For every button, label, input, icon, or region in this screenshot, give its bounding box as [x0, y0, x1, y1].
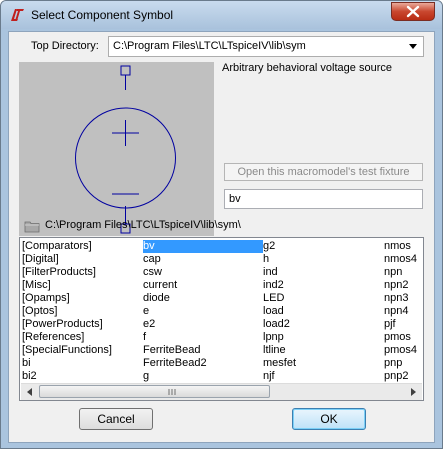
list-item[interactable]: [Comparators] [22, 240, 112, 253]
list-item[interactable]: diode [143, 292, 263, 305]
chevron-down-icon[interactable] [409, 44, 417, 49]
list-column-3: g2 h ind ind2 LED load load2 lpnp ltline… [263, 240, 296, 383]
ok-button[interactable]: OK [292, 408, 366, 430]
list-item[interactable]: [PowerProducts] [22, 318, 112, 331]
list-item[interactable]: current [143, 279, 263, 292]
symbol-name-value: bv [229, 193, 241, 205]
scroll-left-icon[interactable] [22, 384, 38, 400]
list-item[interactable]: npn2 [384, 279, 417, 292]
list-column-1: [Comparators] [Digital] [FilterProducts]… [22, 240, 112, 383]
list-item[interactable]: bi [22, 357, 112, 370]
list-item[interactable]: f [143, 331, 263, 344]
symbol-description: Arbitrary behavioral voltage source [222, 62, 392, 74]
ltspice-logo-icon [11, 9, 24, 21]
list-item[interactable]: [Optos] [22, 305, 112, 318]
list-item[interactable]: npn3 [384, 292, 417, 305]
title-bar[interactable]: Select Component Symbol [1, 1, 442, 29]
cancel-button[interactable]: Cancel [79, 408, 153, 430]
folder-icon [24, 221, 40, 233]
list-item-selected[interactable]: bv [143, 240, 263, 253]
symbol-name-field[interactable]: bv [224, 189, 423, 209]
list-item[interactable]: lpnp [263, 331, 296, 344]
top-directory-dropdown[interactable]: C:\Program Files\LTC\LTspiceIV\lib\sym [108, 36, 424, 57]
symbol-preview [19, 62, 214, 236]
close-button[interactable] [391, 2, 435, 21]
list-item[interactable]: csw [143, 266, 263, 279]
list-item[interactable]: nmos4 [384, 253, 417, 266]
list-item[interactable]: pnp [384, 357, 417, 370]
dialog-window: Select Component Symbol Top Directory: C… [0, 0, 443, 449]
list-item[interactable]: cap [143, 253, 263, 266]
list-item[interactable]: pmos [384, 331, 417, 344]
list-column-4: nmos nmos4 npn npn2 npn3 npn4 pjf pmos p… [384, 240, 417, 383]
top-directory-value: C:\Program Files\LTC\LTspiceIV\lib\sym [113, 40, 306, 52]
list-item[interactable]: [FilterProducts] [22, 266, 112, 279]
list-item[interactable]: ind [263, 266, 296, 279]
top-directory-label: Top Directory: [31, 40, 99, 52]
list-column-2: bv cap csw current diode e e2 f FerriteB… [143, 240, 263, 383]
list-item[interactable]: ltline [263, 344, 296, 357]
list-item[interactable]: e [143, 305, 263, 318]
list-item[interactable]: load [263, 305, 296, 318]
list-item[interactable]: pjf [384, 318, 417, 331]
list-item[interactable]: bi2 [22, 370, 112, 383]
list-item[interactable]: g2 [263, 240, 296, 253]
list-item[interactable]: nmos [384, 240, 417, 253]
list-item[interactable]: LED [263, 292, 296, 305]
list-item[interactable]: njf [263, 370, 296, 383]
list-item[interactable]: [Digital] [22, 253, 112, 266]
list-item[interactable]: e2 [143, 318, 263, 331]
list-item[interactable]: pnp2 [384, 370, 417, 383]
list-item[interactable]: [References] [22, 331, 112, 344]
list-item[interactable]: ind2 [263, 279, 296, 292]
close-icon [406, 5, 420, 18]
list-item[interactable]: [Misc] [22, 279, 112, 292]
scrollbar-thumb[interactable] [39, 385, 270, 398]
list-item[interactable]: g [143, 370, 263, 383]
window-title: Select Component Symbol [31, 8, 174, 22]
grip-icon [168, 389, 176, 395]
horizontal-scrollbar[interactable] [21, 383, 422, 400]
list-item[interactable]: FerriteBead2 [143, 357, 263, 370]
scroll-right-icon[interactable] [405, 384, 421, 400]
list-item[interactable]: [Opamps] [22, 292, 112, 305]
voltage-source-symbol [75, 65, 176, 234]
list-item[interactable]: h [263, 253, 296, 266]
list-item[interactable]: npn [384, 266, 417, 279]
symbol-list[interactable]: [Comparators] [Digital] [FilterProducts]… [19, 237, 424, 401]
current-path: C:\Program Files\LTC\LTspiceIV\lib\sym\ [45, 219, 241, 231]
list-item[interactable]: mesfet [263, 357, 296, 370]
list-item[interactable]: [SpecialFunctions] [22, 344, 112, 357]
list-item[interactable]: npn4 [384, 305, 417, 318]
list-item[interactable]: FerriteBead [143, 344, 263, 357]
list-item[interactable]: pmos4 [384, 344, 417, 357]
dialog-client-area: Top Directory: C:\Program Files\LTC\LTsp… [8, 31, 435, 443]
list-item[interactable]: load2 [263, 318, 296, 331]
open-test-fixture-button[interactable]: Open this macromodel's test fixture [224, 163, 423, 181]
